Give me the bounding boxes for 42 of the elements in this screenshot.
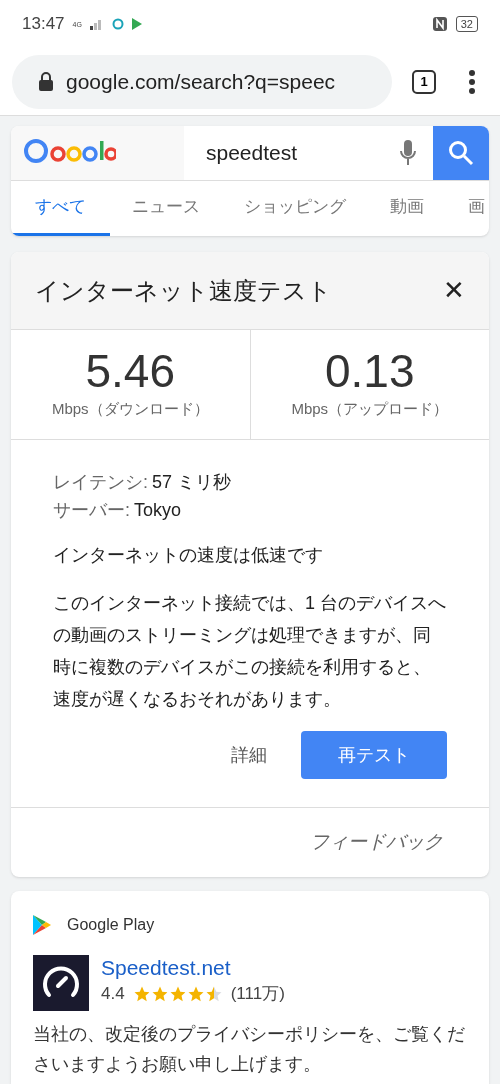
tab-count-button[interactable]: 1 [412, 69, 436, 94]
retest-button[interactable]: 再テスト [301, 731, 447, 779]
lock-icon [38, 72, 54, 91]
detail-label: サーバー: [53, 499, 130, 522]
close-button[interactable]: ✕ [443, 271, 465, 310]
rating-value: 4.4 [101, 983, 125, 1005]
app-name-link[interactable]: Speedtest.net [101, 955, 285, 981]
microphone-icon[interactable] [399, 139, 417, 167]
play-icon [131, 18, 142, 30]
clock: 13:47 [22, 13, 65, 36]
search-query: speedtest [206, 140, 298, 167]
search-tab[interactable]: 動画 [368, 181, 446, 236]
detail-value: 57 ミリ秒 [152, 471, 232, 494]
nfc-icon [431, 16, 448, 32]
speedometer-icon [33, 955, 89, 1011]
card-title: インターネット速度テスト [35, 275, 333, 306]
battery-indicator: 32 [455, 16, 478, 32]
details-link[interactable]: 詳細 [231, 741, 267, 769]
search-tab[interactable]: ニュース [110, 181, 222, 236]
url-bar[interactable]: google.com/search?q=speec [12, 54, 392, 109]
speed-unit: Mbps（アップロード） [291, 399, 449, 420]
privacy-notice: 当社の、改定後のプライバシーポリシーを、ご覧くださいますようお願い申し上げます。 [33, 1023, 466, 1076]
url-text: google.com/search?q=speec [66, 68, 336, 95]
search-icon [448, 140, 474, 166]
speed-unit: Mbps（ダウンロード） [51, 399, 209, 420]
feedback-link[interactable]: フィードバック [310, 828, 443, 857]
speed-value: 0.13 [325, 348, 415, 395]
detail-label: レイテンシ: [53, 471, 148, 494]
circle-icon [111, 18, 124, 30]
speed-verdict: インターネットの速度は低速です [53, 544, 324, 567]
search-button[interactable] [433, 126, 489, 180]
speed-description: このインターネット接続では、1 台のデバイスへの動画のストリーミングは処理できますが、同時に複数のデバイスがこの接続を利用すると、速度が遅くなるおそれがあります。 [53, 592, 447, 711]
search-tab[interactable]: すべて [11, 181, 110, 236]
search-tab[interactable]: 画 [446, 181, 489, 236]
signal-icon [89, 18, 104, 30]
play-store-icon [33, 915, 51, 935]
speed-value: 5.46 [85, 348, 175, 395]
detail-value: Tokyo [134, 499, 182, 522]
more-icon[interactable] [468, 68, 476, 95]
search-tab[interactable]: ショッピング [222, 181, 368, 236]
review-count: (111万) [230, 983, 285, 1005]
source-label: Google Play [67, 915, 155, 935]
